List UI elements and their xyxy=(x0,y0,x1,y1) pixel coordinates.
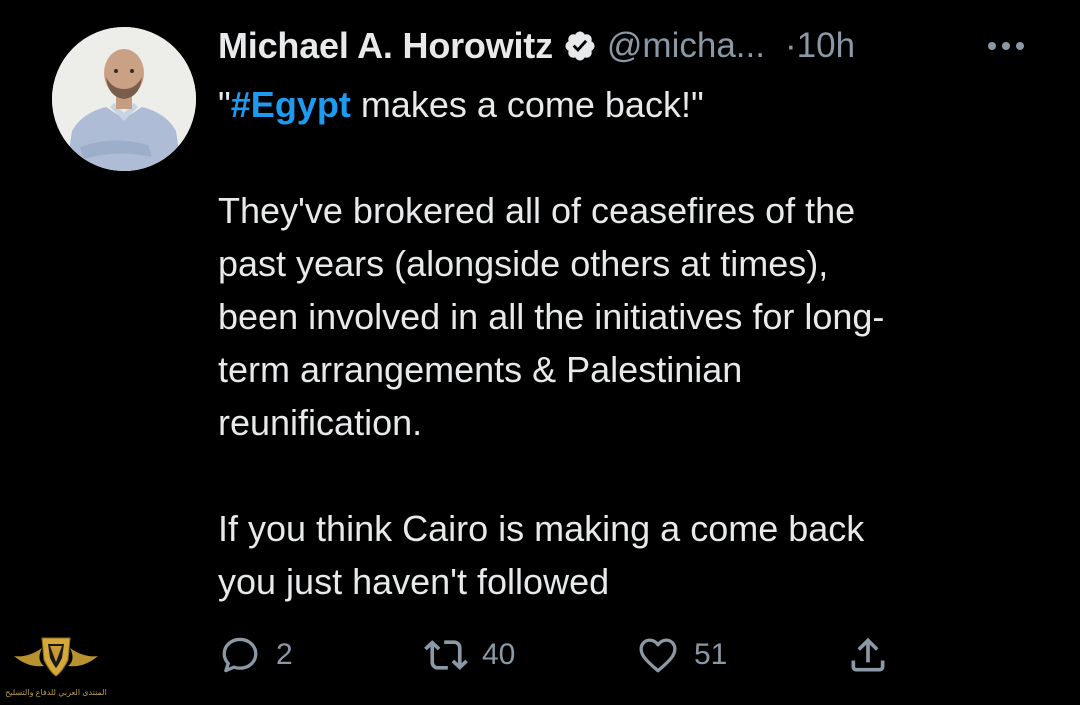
hashtag-link[interactable]: #Egypt xyxy=(231,84,351,125)
tweet-text: "#Egypt makes a come back!" They've brok… xyxy=(218,78,1038,608)
share-icon xyxy=(851,637,885,672)
retweet-count: 40 xyxy=(482,638,516,671)
like-count: 51 xyxy=(694,638,728,671)
share-button[interactable] xyxy=(846,632,890,678)
profile-photo xyxy=(52,27,196,171)
reply-icon xyxy=(222,637,258,673)
reply-button[interactable]: 2 xyxy=(218,632,293,678)
author-display-name[interactable]: Michael A. Horowitz xyxy=(218,25,553,67)
retweet-icon xyxy=(424,640,468,670)
tweet-line-text: makes a come back!" xyxy=(350,84,704,125)
tweet-line: reunification. xyxy=(218,402,423,443)
tweet-line: They've brokered all of ceasefires of th… xyxy=(218,190,856,231)
verified-badge-icon xyxy=(563,29,597,63)
heart-icon xyxy=(639,638,677,673)
tweet-timestamp[interactable]: ·10h xyxy=(785,26,855,66)
tweet-line: been involved in all the initiatives for… xyxy=(218,296,885,337)
reply-count: 2 xyxy=(276,638,293,671)
retweet-button[interactable]: 40 xyxy=(424,632,515,678)
quote-open: " xyxy=(218,84,231,125)
more-horizontal-icon[interactable] xyxy=(985,24,1027,68)
tweet-line: you just haven't followed xyxy=(218,561,610,602)
author-handle[interactable]: @micha... xyxy=(607,26,765,66)
tweet-line: "#Egypt makes a come back!" xyxy=(218,78,1038,131)
tweet-line: past years (alongside others at times), xyxy=(218,243,829,284)
tweet-header: Michael A. Horowitz @micha... ·10h xyxy=(218,22,855,70)
tweet-line: term arrangements & Palestinian xyxy=(218,349,743,390)
watermark-text: المنتدى العربي للدفاع والتسليح xyxy=(5,688,107,697)
like-button[interactable]: 51 xyxy=(636,632,727,678)
tweet-line: If you think Cairo is making a come back xyxy=(218,508,865,549)
avatar[interactable] xyxy=(52,27,196,171)
